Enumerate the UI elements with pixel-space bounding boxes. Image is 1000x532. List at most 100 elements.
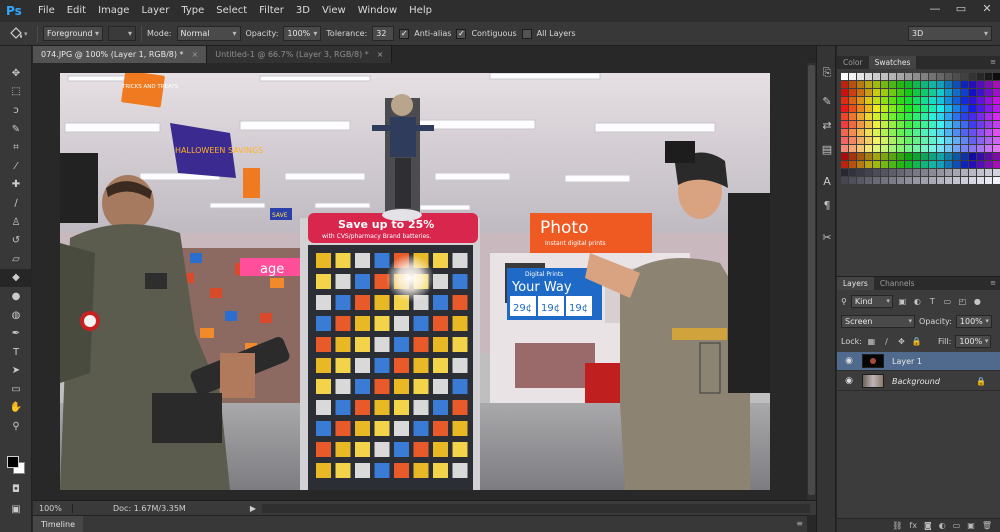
color-swatch[interactable]: [889, 137, 896, 144]
color-swatch[interactable]: [993, 177, 1000, 184]
color-swatch[interactable]: [881, 113, 888, 120]
horizontal-scrollbar[interactable]: [261, 503, 810, 513]
color-swatch[interactable]: [961, 169, 968, 176]
color-swatch[interactable]: [937, 73, 944, 80]
history-brush-icon[interactable]: ↺: [0, 231, 32, 250]
fill-source-select[interactable]: Foreground: [43, 26, 103, 41]
filter-shape-icon[interactable]: ▭: [942, 297, 953, 306]
color-swatch[interactable]: [905, 105, 912, 112]
color-swatch[interactable]: [841, 89, 848, 96]
tab-close-icon[interactable]: ×: [377, 50, 384, 59]
color-swatch[interactable]: [977, 81, 984, 88]
color-swatch[interactable]: [969, 177, 976, 184]
color-swatch[interactable]: [977, 137, 984, 144]
color-swatch[interactable]: [993, 105, 1000, 112]
color-swatch[interactable]: [977, 113, 984, 120]
color-swatch[interactable]: [881, 97, 888, 104]
color-swatch[interactable]: [873, 145, 880, 152]
color-swatch[interactable]: [977, 89, 984, 96]
color-swatch[interactable]: [937, 153, 944, 160]
tab-layers[interactable]: Layers: [837, 277, 874, 290]
color-swatch[interactable]: [937, 169, 944, 176]
color-swatch[interactable]: [937, 105, 944, 112]
color-swatch[interactable]: [865, 129, 872, 136]
paint-bucket-preset-icon[interactable]: ▾: [8, 26, 32, 42]
color-swatch[interactable]: [913, 113, 920, 120]
new-group-icon[interactable]: ▭: [953, 521, 961, 530]
adjustments-panel-icon[interactable]: ⇄: [817, 116, 837, 134]
color-swatch[interactable]: [889, 73, 896, 80]
color-swatch[interactable]: [889, 177, 896, 184]
tab-074-jpg[interactable]: 074.JPG @ 100% (Layer 1, RGB/8) * ×: [33, 46, 208, 63]
color-swatch[interactable]: [897, 113, 904, 120]
color-swatch[interactable]: [849, 137, 856, 144]
color-swatch[interactable]: [841, 153, 848, 160]
lock-pixels-icon[interactable]: ∕: [881, 337, 892, 346]
color-swatch[interactable]: [865, 105, 872, 112]
color-swatch[interactable]: [849, 177, 856, 184]
color-swatch[interactable]: [953, 153, 960, 160]
color-swatch[interactable]: [961, 105, 968, 112]
character-panel-icon[interactable]: A: [817, 172, 837, 190]
layer-row-layer-1[interactable]: ◉ Layer 1: [837, 352, 1000, 371]
color-swatch[interactable]: [953, 137, 960, 144]
color-swatch[interactable]: [953, 177, 960, 184]
color-swatch[interactable]: [865, 113, 872, 120]
lock-all-icon[interactable]: 🔒: [911, 337, 922, 346]
color-swatch[interactable]: [969, 81, 976, 88]
color-swatch[interactable]: [961, 89, 968, 96]
color-swatch[interactable]: [865, 161, 872, 168]
screen-mode-icon[interactable]: ▣: [0, 500, 32, 519]
tab-color[interactable]: Color: [837, 56, 869, 69]
color-swatch[interactable]: [897, 137, 904, 144]
color-swatch[interactable]: [961, 161, 968, 168]
color-swatch[interactable]: [905, 153, 912, 160]
color-swatch[interactable]: [953, 97, 960, 104]
menu-window[interactable]: Window: [352, 0, 403, 22]
color-swatch[interactable]: [977, 169, 984, 176]
color-swatch[interactable]: [921, 105, 928, 112]
color-swatch[interactable]: [985, 153, 992, 160]
color-swatch[interactable]: [905, 137, 912, 144]
document-canvas[interactable]: age Photo Instant digital prints Digital…: [33, 63, 807, 500]
color-swatch[interactable]: [985, 121, 992, 128]
color-swatch[interactable]: [857, 73, 864, 80]
color-swatch[interactable]: [849, 145, 856, 152]
color-swatch[interactable]: [961, 73, 968, 80]
color-swatch[interactable]: [913, 129, 920, 136]
color-swatch[interactable]: [945, 177, 952, 184]
color-swatch[interactable]: [969, 105, 976, 112]
color-swatch[interactable]: [905, 113, 912, 120]
swatch-grid[interactable]: [841, 73, 1000, 184]
color-swatch[interactable]: [977, 145, 984, 152]
lasso-tool-icon[interactable]: ↄ: [0, 101, 32, 120]
color-swatch[interactable]: [921, 129, 928, 136]
color-swatch[interactable]: [937, 145, 944, 152]
color-swatch[interactable]: [841, 161, 848, 168]
color-swatch[interactable]: [857, 161, 864, 168]
color-swatch[interactable]: [977, 153, 984, 160]
color-swatch[interactable]: [921, 89, 928, 96]
healing-brush-icon[interactable]: ✚: [0, 176, 32, 195]
color-swatch[interactable]: [849, 97, 856, 104]
color-swatch[interactable]: [937, 161, 944, 168]
workspace-select[interactable]: 3D: [908, 26, 992, 41]
color-swatch[interactable]: [857, 177, 864, 184]
color-swatch[interactable]: [993, 169, 1000, 176]
status-menu-icon[interactable]: ▶: [250, 504, 256, 513]
color-swatch[interactable]: [969, 145, 976, 152]
color-swatch[interactable]: [857, 129, 864, 136]
color-swatch[interactable]: [881, 145, 888, 152]
visibility-eye-icon[interactable]: ◉: [842, 376, 856, 386]
color-swatch[interactable]: [945, 81, 952, 88]
color-swatch[interactable]: [961, 137, 968, 144]
color-swatch[interactable]: [969, 169, 976, 176]
color-swatch[interactable]: [929, 169, 936, 176]
color-swatch[interactable]: [857, 81, 864, 88]
color-swatch[interactable]: [993, 121, 1000, 128]
color-swatch[interactable]: [985, 81, 992, 88]
color-swatch[interactable]: [849, 169, 856, 176]
color-swatch[interactable]: [905, 73, 912, 80]
color-swatch[interactable]: [921, 73, 928, 80]
color-swatch[interactable]: [945, 129, 952, 136]
